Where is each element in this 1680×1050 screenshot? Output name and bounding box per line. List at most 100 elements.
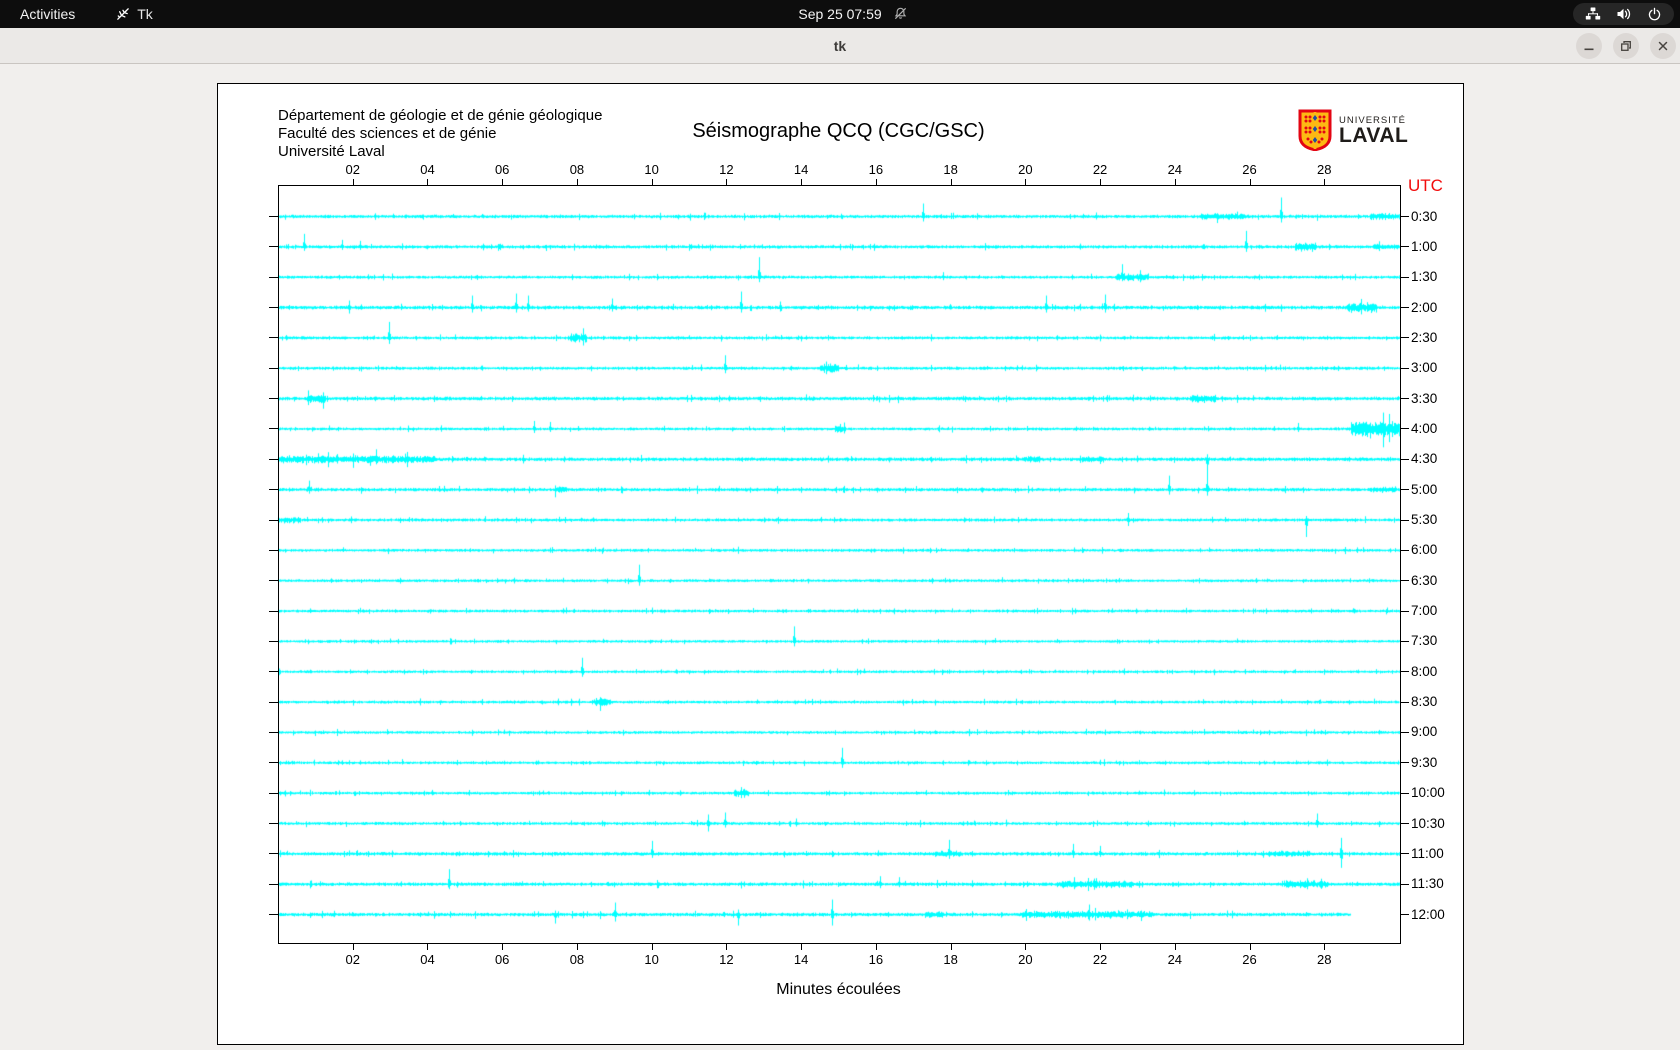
row-tick-right [1400,337,1409,339]
row-tick-left [269,307,278,309]
power-icon [1648,7,1661,20]
x-tick-label-bottom: 22 [1092,952,1108,967]
row-tick-left [269,853,278,855]
logo-laval-text: LAVAL [1339,124,1409,147]
row-tick-left [269,701,278,703]
notifications-muted-icon [894,7,907,20]
row-tick-right [1400,489,1409,491]
x-tick-bottom [1324,943,1326,950]
x-tick-top [651,179,653,185]
x-tick-label-bottom: 08 [569,952,585,967]
row-tick-right [1400,731,1409,733]
x-tick-bottom [875,943,877,950]
time-label: 9:00 [1411,724,1438,740]
restore-button[interactable] [1613,33,1639,59]
time-label: 11:30 [1411,876,1444,892]
x-tick-top [1324,179,1326,185]
close-button[interactable] [1650,33,1676,59]
x-tick-label-bottom: 04 [420,952,435,967]
minimize-icon [1584,48,1594,51]
chart-title: Séismographe QCQ (CGC/GSC) [692,120,985,142]
time-label: 3:00 [1411,360,1438,376]
title-bar: tk [0,28,1680,64]
time-label: 6:00 [1411,542,1438,558]
row-tick-left [269,640,278,642]
time-label: 2:00 [1411,299,1438,315]
time-label: 9:30 [1411,754,1438,770]
x-tick-label-top: 10 [644,162,659,177]
x-tick-top [1249,179,1251,185]
minimize-button[interactable] [1576,33,1602,59]
row-tick-right [1400,367,1409,369]
x-tick-label-bottom: 10 [644,952,659,967]
seismograph-canvas-area: Département de géologie et de génie géol… [217,83,1464,1045]
x-tick-label-top: 16 [868,162,884,177]
x-tick-label-bottom: 12 [719,952,734,967]
row-tick-right [1400,519,1409,521]
row-tick-left [269,792,278,794]
x-tick-label-top: 24 [1167,162,1183,177]
time-label: 7:30 [1411,633,1438,649]
x-tick-label-top: 02 [345,162,360,177]
x-tick-label-top: 18 [943,162,958,177]
x-tick-bottom [1100,943,1102,950]
x-tick-bottom [427,943,429,950]
row-tick-left [269,216,278,217]
activities-button[interactable]: Activities [16,6,79,22]
clock-label[interactable]: Sep 25 07:59 [798,0,881,28]
row-tick-right [1400,883,1409,885]
x-tick-top [726,179,728,185]
time-label: 10:00 [1411,785,1445,801]
app-content: Département de géologie et de génie géol… [0,64,1680,1050]
time-label: 0:30 [1411,208,1438,224]
row-tick-left [269,246,278,248]
row-tick-left [269,823,278,824]
row-tick-left [269,671,278,673]
time-label: 4:30 [1411,451,1438,467]
row-tick-left [269,458,278,460]
row-tick-right [1400,701,1409,703]
x-tick-bottom [502,943,504,950]
row-tick-right [1400,792,1409,794]
row-tick-left [269,398,278,400]
x-tick-label-top: 06 [494,162,510,177]
window-title: tk [833,38,847,54]
row-tick-right [1400,671,1409,673]
x-tick-bottom [801,943,803,950]
row-tick-right [1400,246,1409,248]
x-tick-top [801,179,803,185]
x-axis-label: Minutes écoulées [776,981,901,998]
row-tick-right [1400,276,1409,278]
time-label: 3:30 [1411,390,1438,406]
x-tick-label-bottom: 14 [793,952,809,967]
tk-app-indicator[interactable]: Tk [115,6,153,22]
row-tick-left [269,610,278,612]
row-tick-right [1400,458,1409,460]
row-tick-right [1400,580,1409,582]
row-tick-left [269,489,278,491]
x-tick-label-bottom: 26 [1242,952,1257,967]
x-tick-label-top: 28 [1317,162,1332,177]
system-tray[interactable] [1573,3,1674,25]
row-tick-right [1400,914,1409,916]
row-tick-left [269,519,278,521]
x-tick-bottom [1025,943,1027,950]
time-label: 5:00 [1411,481,1438,497]
time-label: 12:00 [1411,906,1445,922]
close-icon [1658,41,1668,51]
restore-icon [1621,41,1631,51]
time-label: 6:30 [1411,572,1438,588]
x-tick-bottom [950,943,952,950]
x-tick-label-bottom: 28 [1317,952,1332,967]
row-tick-left [269,883,278,885]
utc-label: UTC [1408,176,1443,195]
time-label: 8:30 [1411,694,1438,710]
x-tick-bottom [1174,943,1176,950]
x-tick-top [352,179,354,185]
x-tick-label-bottom: 06 [494,952,510,967]
x-tick-top [427,179,429,185]
row-tick-right [1400,549,1409,551]
x-tick-label-top: 20 [1018,162,1033,177]
x-tick-top [502,179,504,185]
time-label: 1:00 [1411,238,1438,254]
